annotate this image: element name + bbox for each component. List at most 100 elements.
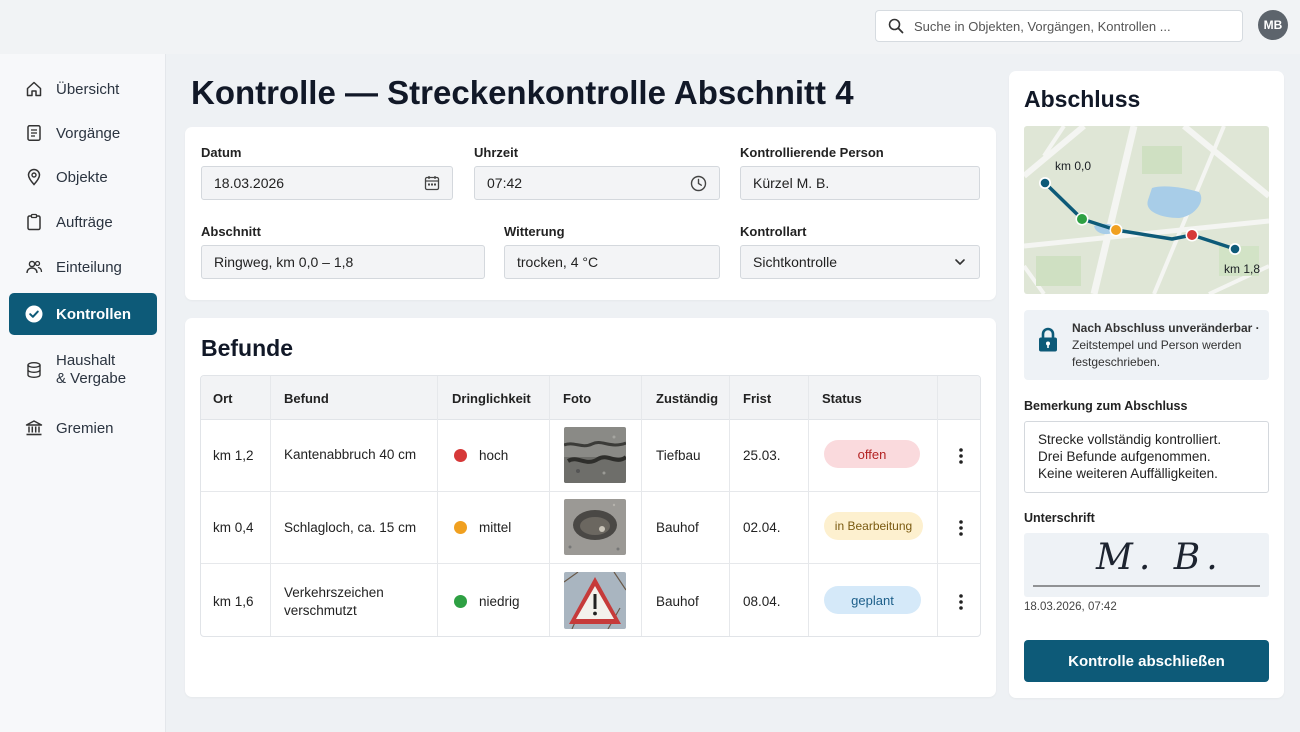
- abschnitt-value: Ringweg, km 0,0 – 1,8: [214, 254, 354, 270]
- table-header: Ort Befund Dringlichkeit Foto Zuständig …: [201, 376, 980, 420]
- search-icon: [888, 18, 904, 34]
- uhrzeit-field[interactable]: 07:42: [474, 166, 720, 200]
- uhrzeit-value: 07:42: [487, 175, 523, 191]
- database-icon: [25, 361, 43, 379]
- search-bar[interactable]: [875, 10, 1243, 42]
- abschnitt-field[interactable]: Ringweg, km 0,0 – 1,8: [201, 245, 485, 279]
- cell-zustaendig: Tiefbau: [656, 448, 701, 463]
- search-input[interactable]: [914, 18, 1234, 34]
- column-header-foto: Foto: [563, 391, 592, 406]
- status-badge: offen: [824, 440, 920, 468]
- cell-dringlichkeit: niedrig: [479, 594, 520, 609]
- user-avatar[interactable]: MB: [1258, 10, 1288, 40]
- check-circle-icon: [25, 305, 43, 323]
- sidebar-item-objekte[interactable]: Objekte: [9, 164, 157, 190]
- cell-dringlichkeit: hoch: [479, 448, 509, 463]
- signature-timestamp: 18.03.2026, 07:42: [1024, 601, 1117, 613]
- row-menu-button[interactable]: [953, 444, 969, 468]
- sidebar-item-label: Haushalt: [56, 352, 116, 369]
- witterung-label: Witterung: [504, 224, 565, 239]
- abschnitt-label: Abschnitt: [201, 224, 261, 239]
- befunde-title: Befunde: [201, 335, 293, 361]
- column-header-ort: Ort: [213, 391, 233, 406]
- column-header-dringlichkeit: Dringlichkeit: [452, 391, 531, 406]
- location-pin-icon: [25, 168, 43, 186]
- witterung-field[interactable]: trocken, 4 °C: [504, 245, 720, 279]
- cell-befund: Kantenabbruch 40 cm: [284, 447, 417, 462]
- cell-ort: km 0,4: [213, 520, 254, 535]
- signature-field[interactable]: M. B.: [1024, 533, 1269, 597]
- more-vertical-icon: [959, 520, 963, 536]
- cell-befund: Verkehrszeichen verschmutzt: [284, 585, 384, 618]
- signature-handwriting: M. B.: [1096, 537, 1224, 578]
- person-value: Kürzel M. B.: [753, 175, 830, 191]
- sidebar-item-gremien[interactable]: Gremien: [9, 415, 157, 441]
- users-icon: [25, 258, 43, 276]
- sidebar-item-vorgaenge[interactable]: Vorgänge: [9, 120, 157, 146]
- urgency-dot: [454, 449, 467, 462]
- pothole-photo[interactable]: [564, 499, 626, 555]
- kontrollart-label: Kontrollart: [740, 224, 807, 239]
- clipboard-icon: [25, 213, 43, 231]
- lock-notice: Nach Abschluss unveränderbar · Zeitstemp…: [1024, 310, 1269, 380]
- befunde-table: Ort Befund Dringlichkeit Foto Zuständig …: [200, 375, 981, 637]
- chevron-down-icon: [955, 259, 965, 265]
- table-row[interactable]: km 1,2 Kantenabbruch 40 cm hoch Tiefbau …: [201, 420, 980, 492]
- notice-rest: Zeitstempel und Person werden festgeschr…: [1072, 338, 1242, 369]
- cell-frist: 25.03.: [743, 448, 781, 463]
- more-vertical-icon: [959, 594, 963, 610]
- route-map[interactable]: km 0,0 km 1,8: [1024, 126, 1269, 294]
- sidebar-item-label: Kontrollen: [56, 305, 131, 323]
- sidebar-item-auftraege[interactable]: Aufträge: [9, 209, 157, 235]
- column-header-zustaendig: Zuständig: [656, 391, 719, 406]
- document-icon: [25, 124, 43, 142]
- row-menu-button[interactable]: [953, 516, 969, 540]
- sidebar-item-label: Aufträge: [56, 213, 113, 231]
- map-end-label: km 1,8: [1224, 262, 1260, 276]
- row-menu-button[interactable]: [953, 590, 969, 614]
- kontrollart-value: Sichtkontrolle: [753, 254, 838, 270]
- witterung-value: trocken, 4 °C: [517, 254, 599, 270]
- institution-icon: [25, 419, 43, 437]
- status-badge: in Bearbeitung: [824, 512, 923, 540]
- sidebar-item-haushalt-vergabe[interactable]: Haushalt & Vergabe: [9, 351, 157, 389]
- sidebar-item-einteilung[interactable]: Einteilung: [9, 254, 157, 280]
- lock-icon: [1039, 327, 1057, 352]
- road-edge-damage-photo[interactable]: [564, 427, 626, 483]
- sidebar-item-label: Einteilung: [56, 258, 122, 276]
- person-field[interactable]: Kürzel M. B.: [740, 166, 980, 200]
- notice-bold: Nach Abschluss unveränderbar ·: [1072, 321, 1260, 335]
- page-title: Kontrolle — Streckenkontrolle Abschnitt …: [191, 74, 854, 111]
- sidebar-item-uebersicht[interactable]: Übersicht: [9, 76, 157, 102]
- clock-icon[interactable]: [690, 175, 707, 192]
- table-row[interactable]: km 0,4 Schlagloch, ca. 15 cm mittel Bauh…: [201, 492, 980, 564]
- sidebar-item-label: Gremien: [56, 419, 114, 437]
- signature-label: Unterschrift: [1024, 511, 1095, 525]
- datum-label: Datum: [201, 145, 242, 160]
- home-icon: [25, 80, 43, 98]
- sidebar: [0, 54, 166, 732]
- map-start-label: km 0,0: [1055, 159, 1091, 173]
- table-row[interactable]: km 1,6 Verkehrszeichen verschmutzt niedr…: [201, 564, 980, 636]
- column-header-frist: Frist: [743, 391, 772, 406]
- sidebar-item-label: Objekte: [56, 168, 108, 186]
- sidebar-item-label-line2: & Vergabe: [56, 370, 127, 387]
- cell-dringlichkeit: mittel: [479, 520, 512, 535]
- kontrolle-abschliessen-button[interactable]: Kontrolle abschließen: [1024, 640, 1269, 682]
- uhrzeit-label: Uhrzeit: [474, 145, 519, 160]
- datum-field[interactable]: 18.03.2026: [201, 166, 453, 200]
- sidebar-item-label: Vorgänge: [56, 124, 121, 142]
- notice-text: Nach Abschluss unveränderbar · Zeitstemp…: [1072, 320, 1262, 371]
- column-header-status: Status: [822, 391, 862, 406]
- calendar-icon[interactable]: [424, 175, 440, 191]
- person-label: Kontrollierende Person: [740, 145, 884, 160]
- cell-zustaendig: Bauhof: [656, 520, 699, 535]
- kontrollart-select[interactable]: Sichtkontrolle: [740, 245, 980, 279]
- sidebar-item-label-group: Haushalt & Vergabe: [56, 352, 126, 388]
- traffic-sign-photo[interactable]: [564, 572, 626, 629]
- remark-textarea[interactable]: Strecke vollständig kontrolliert. Drei B…: [1024, 421, 1269, 493]
- cell-zustaendig: Bauhof: [656, 594, 699, 609]
- sidebar-item-kontrollen[interactable]: Kontrollen: [9, 293, 157, 335]
- column-header-befund: Befund: [284, 391, 329, 406]
- status-badge: geplant: [824, 586, 921, 614]
